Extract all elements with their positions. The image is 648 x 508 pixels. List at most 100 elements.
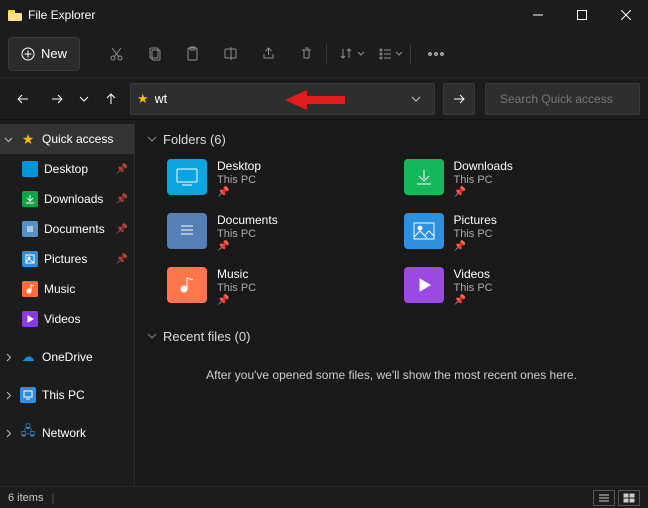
sort-button[interactable]: [334, 37, 370, 71]
arrow-right-icon: [50, 92, 64, 106]
folder-name: Videos: [454, 267, 493, 281]
details-view-button[interactable]: [593, 490, 615, 506]
cut-icon: [109, 46, 124, 61]
desktop-folder-icon: [167, 159, 207, 195]
arrow-right-icon: [452, 92, 466, 106]
sidebar-item-label: Documents: [44, 222, 110, 236]
window-title: File Explorer: [28, 8, 95, 22]
tiles-view-button[interactable]: [618, 490, 640, 506]
videos-icon: [22, 311, 38, 327]
minimize-button[interactable]: [516, 0, 560, 30]
sidebar-item-quick-access[interactable]: ★ Quick access: [0, 124, 134, 154]
chevron-down-icon: [147, 329, 157, 344]
new-button-label: New: [41, 46, 67, 61]
tiles-view-icon: [623, 493, 635, 503]
pin-icon: 📌: [454, 241, 497, 252]
chevron-down-icon: [411, 94, 421, 104]
folder-name: Downloads: [454, 159, 513, 173]
downloads-folder-icon: [404, 159, 444, 195]
sidebar-item-this-pc[interactable]: This PC: [0, 380, 134, 410]
command-toolbar: New: [0, 30, 648, 78]
folder-name: Pictures: [454, 213, 497, 227]
sidebar-item-pictures[interactable]: Pictures 📌: [0, 244, 134, 274]
arrow-up-icon: [104, 92, 118, 106]
address-dropdown-button[interactable]: [404, 94, 428, 104]
item-count: 6 items: [8, 492, 43, 504]
music-icon: [22, 281, 38, 297]
go-refresh-button[interactable]: [443, 83, 475, 115]
sidebar-item-label: OneDrive: [42, 350, 128, 364]
share-icon: [261, 46, 276, 61]
maximize-button[interactable]: [560, 0, 604, 30]
pin-icon: 📌: [116, 254, 128, 265]
pin-icon: 📌: [116, 224, 128, 235]
monitor-icon: [20, 387, 36, 403]
folder-item-videos[interactable]: VideosThis PC📌: [400, 263, 637, 313]
address-input[interactable]: [155, 92, 398, 106]
sidebar-item-music[interactable]: Music: [0, 274, 134, 304]
rename-icon: [223, 46, 238, 61]
back-button[interactable]: [8, 84, 38, 114]
close-button[interactable]: [604, 0, 648, 30]
sidebar-item-label: Downloads: [44, 192, 110, 206]
pin-icon: 📌: [454, 295, 493, 306]
copy-icon: [147, 46, 162, 61]
sidebar-item-label: Quick access: [42, 132, 128, 146]
pin-icon: 📌: [116, 164, 128, 175]
forward-button[interactable]: [42, 84, 72, 114]
folder-item-desktop[interactable]: DesktopThis PC📌: [163, 155, 400, 205]
folder-name: Documents: [217, 213, 278, 227]
file-explorer-window: File Explorer New ★: [0, 0, 648, 508]
pin-icon: 📌: [217, 187, 261, 198]
chevron-down-icon: [357, 50, 365, 58]
share-button[interactable]: [250, 37, 286, 71]
star-icon: ★: [137, 91, 149, 107]
chevron-right-icon: [2, 429, 14, 438]
paste-button[interactable]: [174, 37, 210, 71]
pin-icon: 📌: [217, 295, 256, 306]
up-button[interactable]: [96, 84, 126, 114]
folder-name: Music: [217, 267, 256, 281]
chevron-down-icon: [2, 135, 14, 144]
view-button[interactable]: [372, 37, 408, 71]
recent-locations-button[interactable]: [76, 84, 92, 114]
folder-item-downloads[interactable]: DownloadsThis PC📌: [400, 155, 637, 205]
search-box[interactable]: [485, 83, 640, 115]
sidebar-item-downloads[interactable]: Downloads 📌: [0, 184, 134, 214]
rename-button[interactable]: [212, 37, 248, 71]
folder-item-pictures[interactable]: PicturesThis PC📌: [400, 209, 637, 259]
desktop-icon: [22, 161, 38, 177]
copy-button[interactable]: [136, 37, 172, 71]
chevron-down-icon: [79, 94, 89, 104]
music-folder-icon: [167, 267, 207, 303]
folder-item-music[interactable]: MusicThis PC📌: [163, 263, 400, 313]
chevron-down-icon: [395, 50, 403, 58]
folders-section-header[interactable]: Folders (6): [147, 128, 636, 155]
folder-item-documents[interactable]: DocumentsThis PC📌: [163, 209, 400, 259]
sidebar-item-videos[interactable]: Videos: [0, 304, 134, 334]
folder-location: This PC: [454, 282, 493, 294]
sidebar-item-network[interactable]: 🖧 Network: [0, 418, 134, 448]
recent-files-empty-message: After you've opened some files, we'll sh…: [147, 352, 636, 398]
sidebar-item-label: Music: [44, 282, 128, 296]
delete-button[interactable]: [288, 37, 324, 71]
sidebar-item-onedrive[interactable]: ☁ OneDrive: [0, 342, 134, 372]
chevron-down-icon: [147, 132, 157, 147]
recent-files-section-header[interactable]: Recent files (0): [147, 325, 636, 352]
new-button[interactable]: New: [8, 37, 80, 71]
sidebar-item-documents[interactable]: Documents 📌: [0, 214, 134, 244]
folder-location: This PC: [454, 228, 497, 240]
folder-location: This PC: [454, 174, 513, 186]
navigation-pane: ★ Quick access Desktop 📌 Downloads 📌 Doc…: [0, 120, 135, 486]
status-bar: 6 items |: [0, 486, 648, 508]
address-bar[interactable]: ★: [130, 83, 435, 115]
navigation-bar: ★: [0, 78, 648, 120]
sidebar-item-desktop[interactable]: Desktop 📌: [0, 154, 134, 184]
more-button[interactable]: [418, 37, 454, 71]
downloads-icon: [22, 191, 38, 207]
cut-button[interactable]: [98, 37, 134, 71]
documents-icon: [22, 221, 38, 237]
cloud-icon: ☁: [20, 349, 36, 365]
search-input[interactable]: [500, 92, 648, 106]
documents-folder-icon: [167, 213, 207, 249]
